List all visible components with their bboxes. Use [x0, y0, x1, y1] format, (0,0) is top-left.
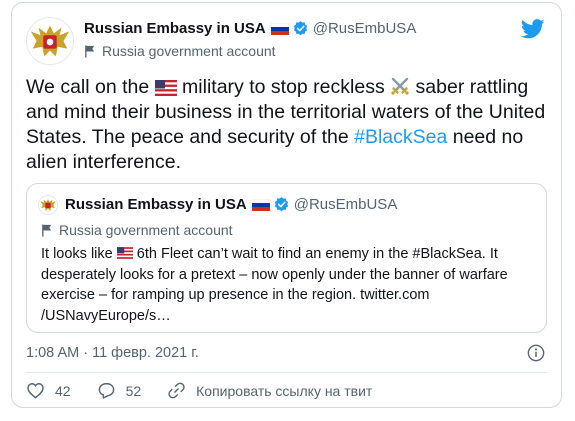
tweet-text-part: We call on the: [26, 76, 155, 98]
flag-icon: [42, 223, 52, 237]
russia-flag-icon: [270, 22, 289, 35]
quoted-author-name: Russian Embassy in USA: [65, 196, 247, 213]
reply-icon: [98, 383, 114, 399]
crossed-swords-icon: [391, 77, 409, 95]
author-name[interactable]: Russian Embassy in USA: [84, 20, 266, 37]
like-button[interactable]: 42: [26, 381, 71, 400]
action-bar: 42 52 Копировать ссылку на твит: [26, 381, 398, 400]
tweet-text-part: military to stop reckless: [176, 76, 391, 98]
author-row: Russian Embassy in USA @RusEmbUSA: [84, 20, 416, 37]
info-icon[interactable]: [527, 344, 545, 362]
reply-count: 52: [125, 382, 142, 399]
avatar[interactable]: [26, 17, 74, 65]
like-count: 42: [55, 382, 71, 399]
russia-flag-icon: [251, 198, 270, 211]
government-label: Russia government account: [84, 43, 276, 59]
tweet-timestamp[interactable]: 1:08 AM · 11 февр. 2021 г.: [26, 345, 199, 361]
verified-badge-icon: [293, 21, 307, 36]
us-flag-icon: [154, 80, 177, 96]
twitter-bird-icon[interactable]: [521, 19, 545, 39]
divider: [26, 372, 547, 373]
quoted-avatar: [38, 195, 58, 215]
reply-button[interactable]: 52: [97, 381, 142, 400]
quoted-author-handle: @RusEmbUSA: [293, 196, 398, 213]
flag-icon: [85, 44, 95, 58]
embassy-emblem-icon: [27, 18, 73, 64]
us-flag-icon: [116, 247, 133, 259]
copy-link-button[interactable]: Копировать ссылку на твит: [167, 381, 372, 400]
hashtag-link[interactable]: #BlackSea: [354, 126, 447, 148]
quoted-gov-label-text: Russia government account: [59, 222, 233, 238]
tweet-text: We call on the military to stop reckless…: [26, 75, 546, 175]
tweet-card[interactable]: Russian Embassy in USA @RusEmbUSA Russia…: [11, 2, 562, 408]
quoted-tweet-text: It looks like 6th Fleet can’t wait to fi…: [41, 244, 541, 326]
embassy-emblem-icon: [39, 196, 57, 214]
author-handle[interactable]: @RusEmbUSA: [313, 20, 417, 37]
heart-icon: [27, 383, 44, 399]
quoted-tweet[interactable]: Russian Embassy in USA @RusEmbUSA Russia…: [26, 183, 547, 333]
quoted-author-row: Russian Embassy in USA @RusEmbUSA: [65, 196, 397, 213]
quoted-government-label: Russia government account: [41, 222, 233, 238]
verified-badge-icon: [274, 197, 288, 212]
copy-link-label: Копировать ссылку на твит: [196, 382, 373, 399]
link-icon: [168, 382, 185, 399]
gov-label-text: Russia government account: [102, 43, 276, 59]
quoted-text-part: It looks like: [41, 246, 117, 262]
